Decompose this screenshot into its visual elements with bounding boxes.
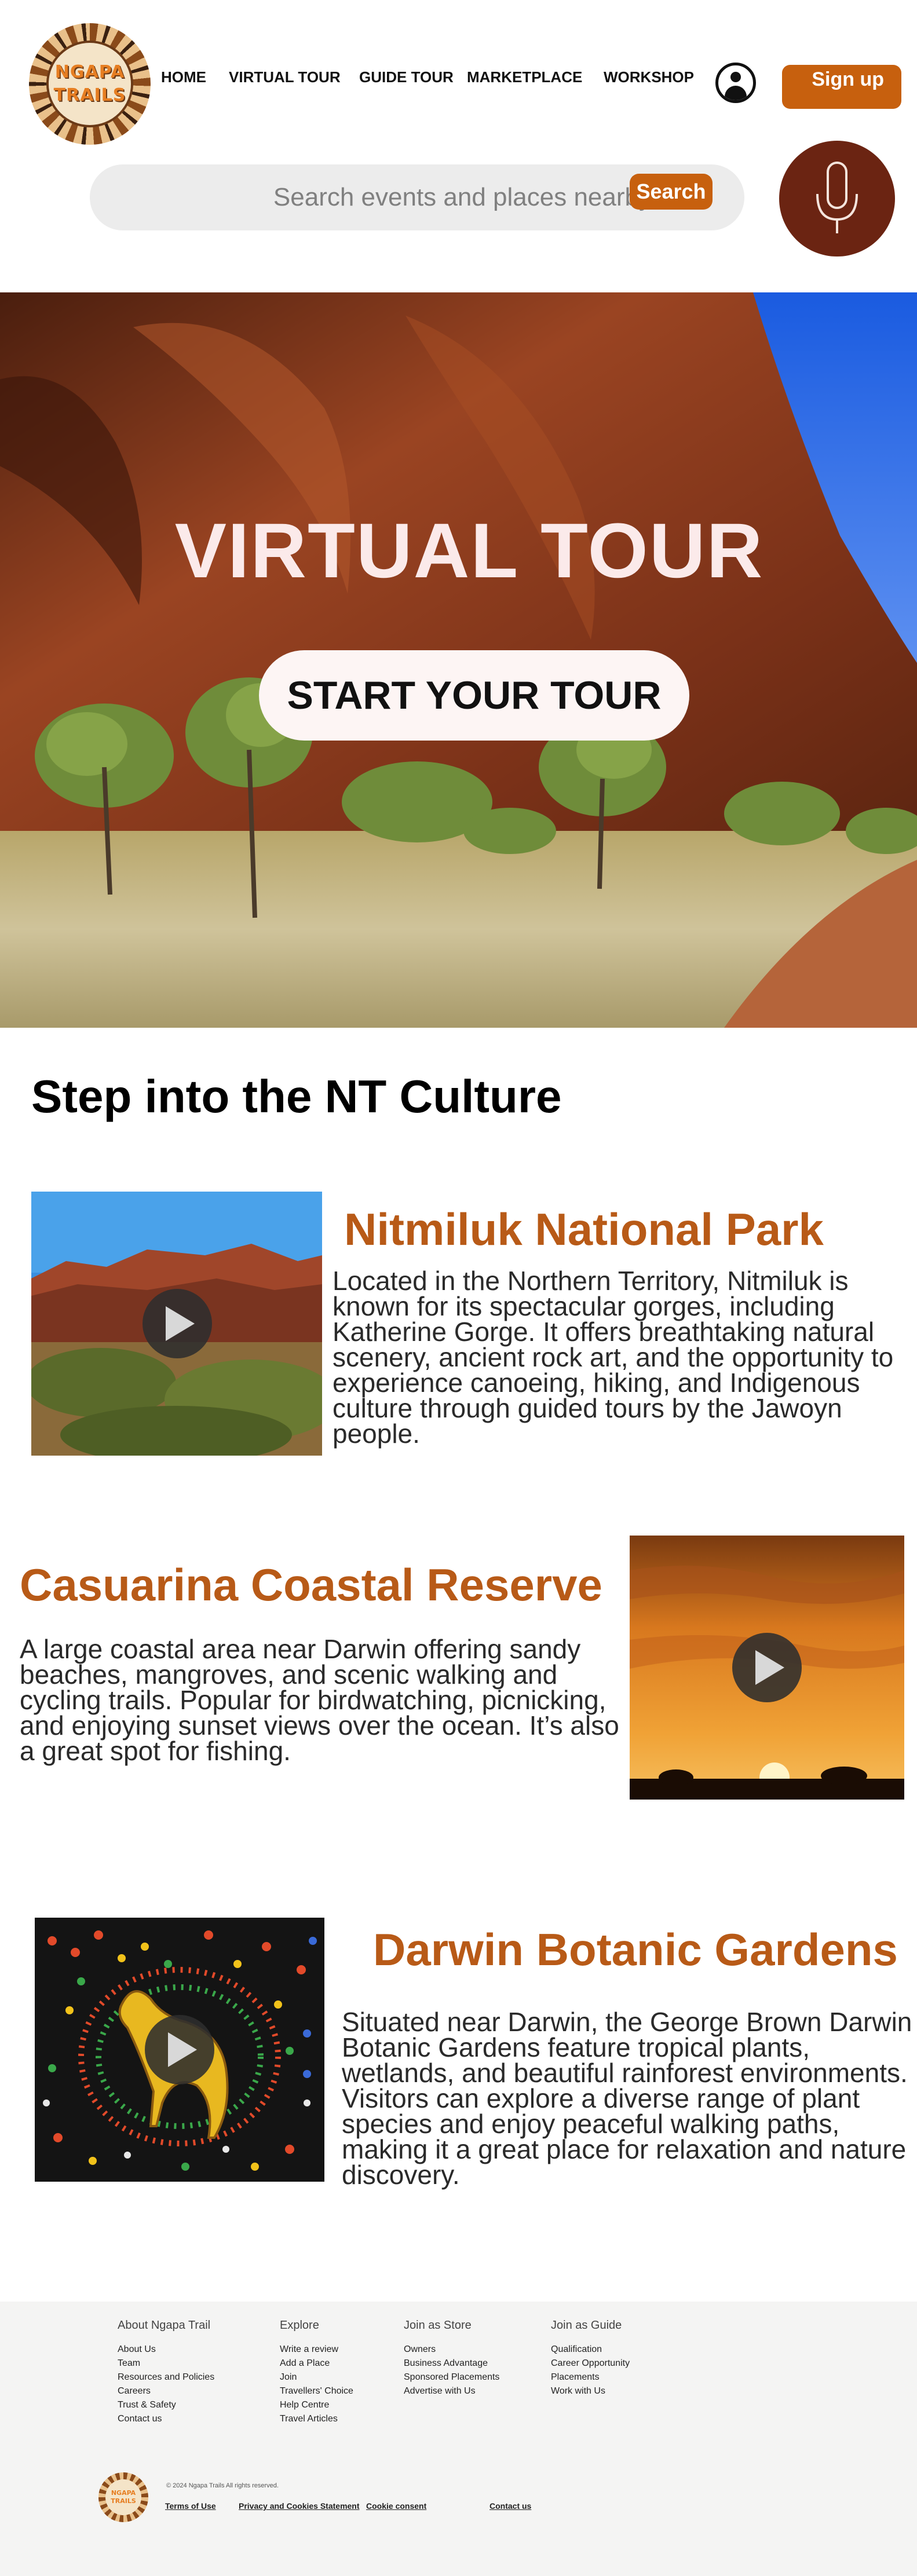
footer-logo-text-line2: TRAILS	[111, 2497, 136, 2505]
footer-logo-text-line1: NGAPA	[111, 2489, 136, 2497]
footer-link[interactable]: Advertise with Us	[404, 2384, 499, 2398]
copyright-text: © 2024 Ngapa Trails All rights reserved.	[166, 2482, 279, 2489]
hero-title: VIRTUAL TOUR	[174, 508, 764, 594]
cookie-consent-link[interactable]: Cookie consent	[366, 2501, 426, 2511]
nav-item-marketplace[interactable]: MARKETPLACE	[467, 68, 582, 86]
microphone-button[interactable]	[779, 141, 895, 256]
nav-item-workshop[interactable]: WORKSHOP	[604, 68, 694, 86]
footer-link[interactable]: About Us	[118, 2343, 214, 2357]
place-description-casuarina: A large coastal area near Darwin offerin…	[20, 1634, 619, 1766]
terms-link[interactable]: Terms of Use	[165, 2501, 216, 2511]
video-thumbnail-botanic-gardens[interactable]	[35, 1918, 324, 2182]
place-title-casuarina: Casuarina Coastal Reserve	[20, 1559, 602, 1610]
footer-link[interactable]: Resources and Policies	[118, 2370, 214, 2384]
footer-link[interactable]: Placements	[551, 2370, 630, 2384]
place-title-botanic-gardens: Darwin Botanic Gardens	[373, 1924, 898, 1975]
start-tour-button[interactable]: START YOUR TOUR	[259, 650, 689, 741]
footer-link[interactable]: Team	[118, 2357, 214, 2370]
footer-link[interactable]: Help Centre	[280, 2398, 353, 2412]
footer-link[interactable]: Travellers' Choice	[280, 2384, 353, 2398]
footer-link[interactable]: Trust & Safety	[118, 2398, 214, 2412]
microphone-icon	[816, 162, 858, 233]
section-title: Step into the NT Culture	[31, 1071, 562, 1122]
footer-heading: Explore	[280, 2319, 319, 2332]
footer-link[interactable]: Write a review	[280, 2343, 353, 2357]
place-description-nitmiluk: Located in the Northern Territory, Nitmi…	[333, 1266, 894, 1449]
hero-banner: VIRTUAL TOUR START YOUR TOUR	[0, 292, 917, 1028]
nav-item-virtual-tour[interactable]: VIRTUAL TOUR	[229, 68, 341, 86]
footer-column-explore: Explore Write a review Add a Place Join …	[280, 2319, 353, 2426]
footer-logo-badge: NGAPA TRAILS	[105, 2479, 141, 2515]
footer-link[interactable]: Travel Articles	[280, 2412, 353, 2426]
play-icon[interactable]	[143, 1289, 212, 1358]
main-nav: HOME VIRTUAL TOUR GUIDE TOUR MARKETPLACE…	[0, 68, 917, 91]
footer-link[interactable]: Business Advantage	[404, 2357, 499, 2370]
footer-link[interactable]: Contact us	[118, 2412, 214, 2426]
footer-column-join-guide: Join as Guide Qualification Career Oppor…	[551, 2319, 630, 2398]
footer-column-join-store: Join as Store Owners Business Advantage …	[404, 2319, 499, 2398]
signup-button[interactable]: Sign up	[782, 65, 901, 109]
footer-link[interactable]: Owners	[404, 2343, 499, 2357]
footer-heading: About Ngapa Trail	[118, 2319, 211, 2332]
user-icon-head	[730, 72, 741, 82]
site-footer: About Ngapa Trail About Us Team Resource…	[0, 2302, 917, 2576]
contact-link[interactable]: Contact us	[489, 2501, 531, 2511]
footer-logo[interactable]: NGAPA TRAILS	[98, 2472, 148, 2522]
search-input[interactable]	[107, 176, 686, 219]
video-thumbnail-nitmiluk[interactable]	[31, 1192, 322, 1456]
footer-heading: Join as Store	[404, 2319, 472, 2332]
place-title-nitmiluk: Nitmiluk National Park	[344, 1204, 824, 1255]
footer-heading: Join as Guide	[551, 2319, 622, 2332]
nav-item-guide-tour[interactable]: GUIDE TOUR	[359, 68, 454, 86]
footer-link[interactable]: Join	[280, 2370, 353, 2384]
play-icon[interactable]	[732, 1633, 802, 1702]
footer-link[interactable]: Careers	[118, 2384, 214, 2398]
place-description-botanic-gardens: Situated near Darwin, the George Brown D…	[342, 2007, 912, 2190]
footer-link[interactable]: Career Opportunity	[551, 2357, 630, 2370]
footer-link[interactable]: Work with Us	[551, 2384, 630, 2398]
user-icon-body	[725, 86, 747, 100]
play-icon[interactable]	[145, 2015, 214, 2084]
video-thumbnail-casuarina[interactable]	[630, 1536, 904, 1800]
privacy-link[interactable]: Privacy and Cookies Statement	[239, 2501, 360, 2511]
footer-link[interactable]: Add a Place	[280, 2357, 353, 2370]
user-circle-icon[interactable]	[715, 63, 756, 103]
footer-link[interactable]: Qualification	[551, 2343, 630, 2357]
footer-link[interactable]: Sponsored Placements	[404, 2370, 499, 2384]
search-button[interactable]: Search	[630, 174, 713, 210]
nav-item-home[interactable]: HOME	[161, 68, 206, 86]
footer-column-about: About Ngapa Trail About Us Team Resource…	[118, 2319, 214, 2426]
